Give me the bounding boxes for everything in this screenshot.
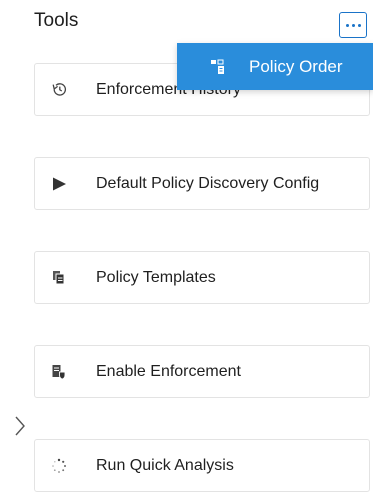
tool-card-default-policy-discovery-config[interactable]: Default Policy Discovery Config xyxy=(34,157,370,210)
tool-label: Run Quick Analysis xyxy=(96,456,234,474)
expand-panel-button[interactable] xyxy=(13,414,27,438)
templates-icon xyxy=(50,269,68,287)
chevron-right-icon xyxy=(15,416,25,436)
more-options-dropdown: Policy Order xyxy=(177,43,373,90)
tool-card-policy-templates[interactable]: Policy Templates xyxy=(34,251,370,304)
policy-order-icon xyxy=(209,58,227,76)
tool-label: Default Policy Discovery Config xyxy=(96,174,320,192)
history-icon xyxy=(50,81,68,99)
more-options-button[interactable] xyxy=(339,12,367,38)
more-dot-icon xyxy=(357,23,361,27)
spinner-icon xyxy=(50,457,68,475)
tool-label: Policy Templates xyxy=(96,268,216,286)
dropdown-item-policy-order[interactable]: Policy Order xyxy=(177,43,373,90)
tool-label: Enable Enforcement xyxy=(96,362,241,380)
dropdown-item-label: Policy Order xyxy=(249,56,343,76)
tool-card-enable-enforcement[interactable]: Enable Enforcement xyxy=(34,345,370,398)
more-dot-icon xyxy=(345,23,349,27)
tools-title: Tools xyxy=(34,10,79,31)
more-dot-icon xyxy=(351,23,355,27)
shield-document-icon xyxy=(50,363,68,381)
tool-card-run-quick-analysis[interactable]: Run Quick Analysis xyxy=(34,439,370,492)
play-icon xyxy=(50,175,68,193)
